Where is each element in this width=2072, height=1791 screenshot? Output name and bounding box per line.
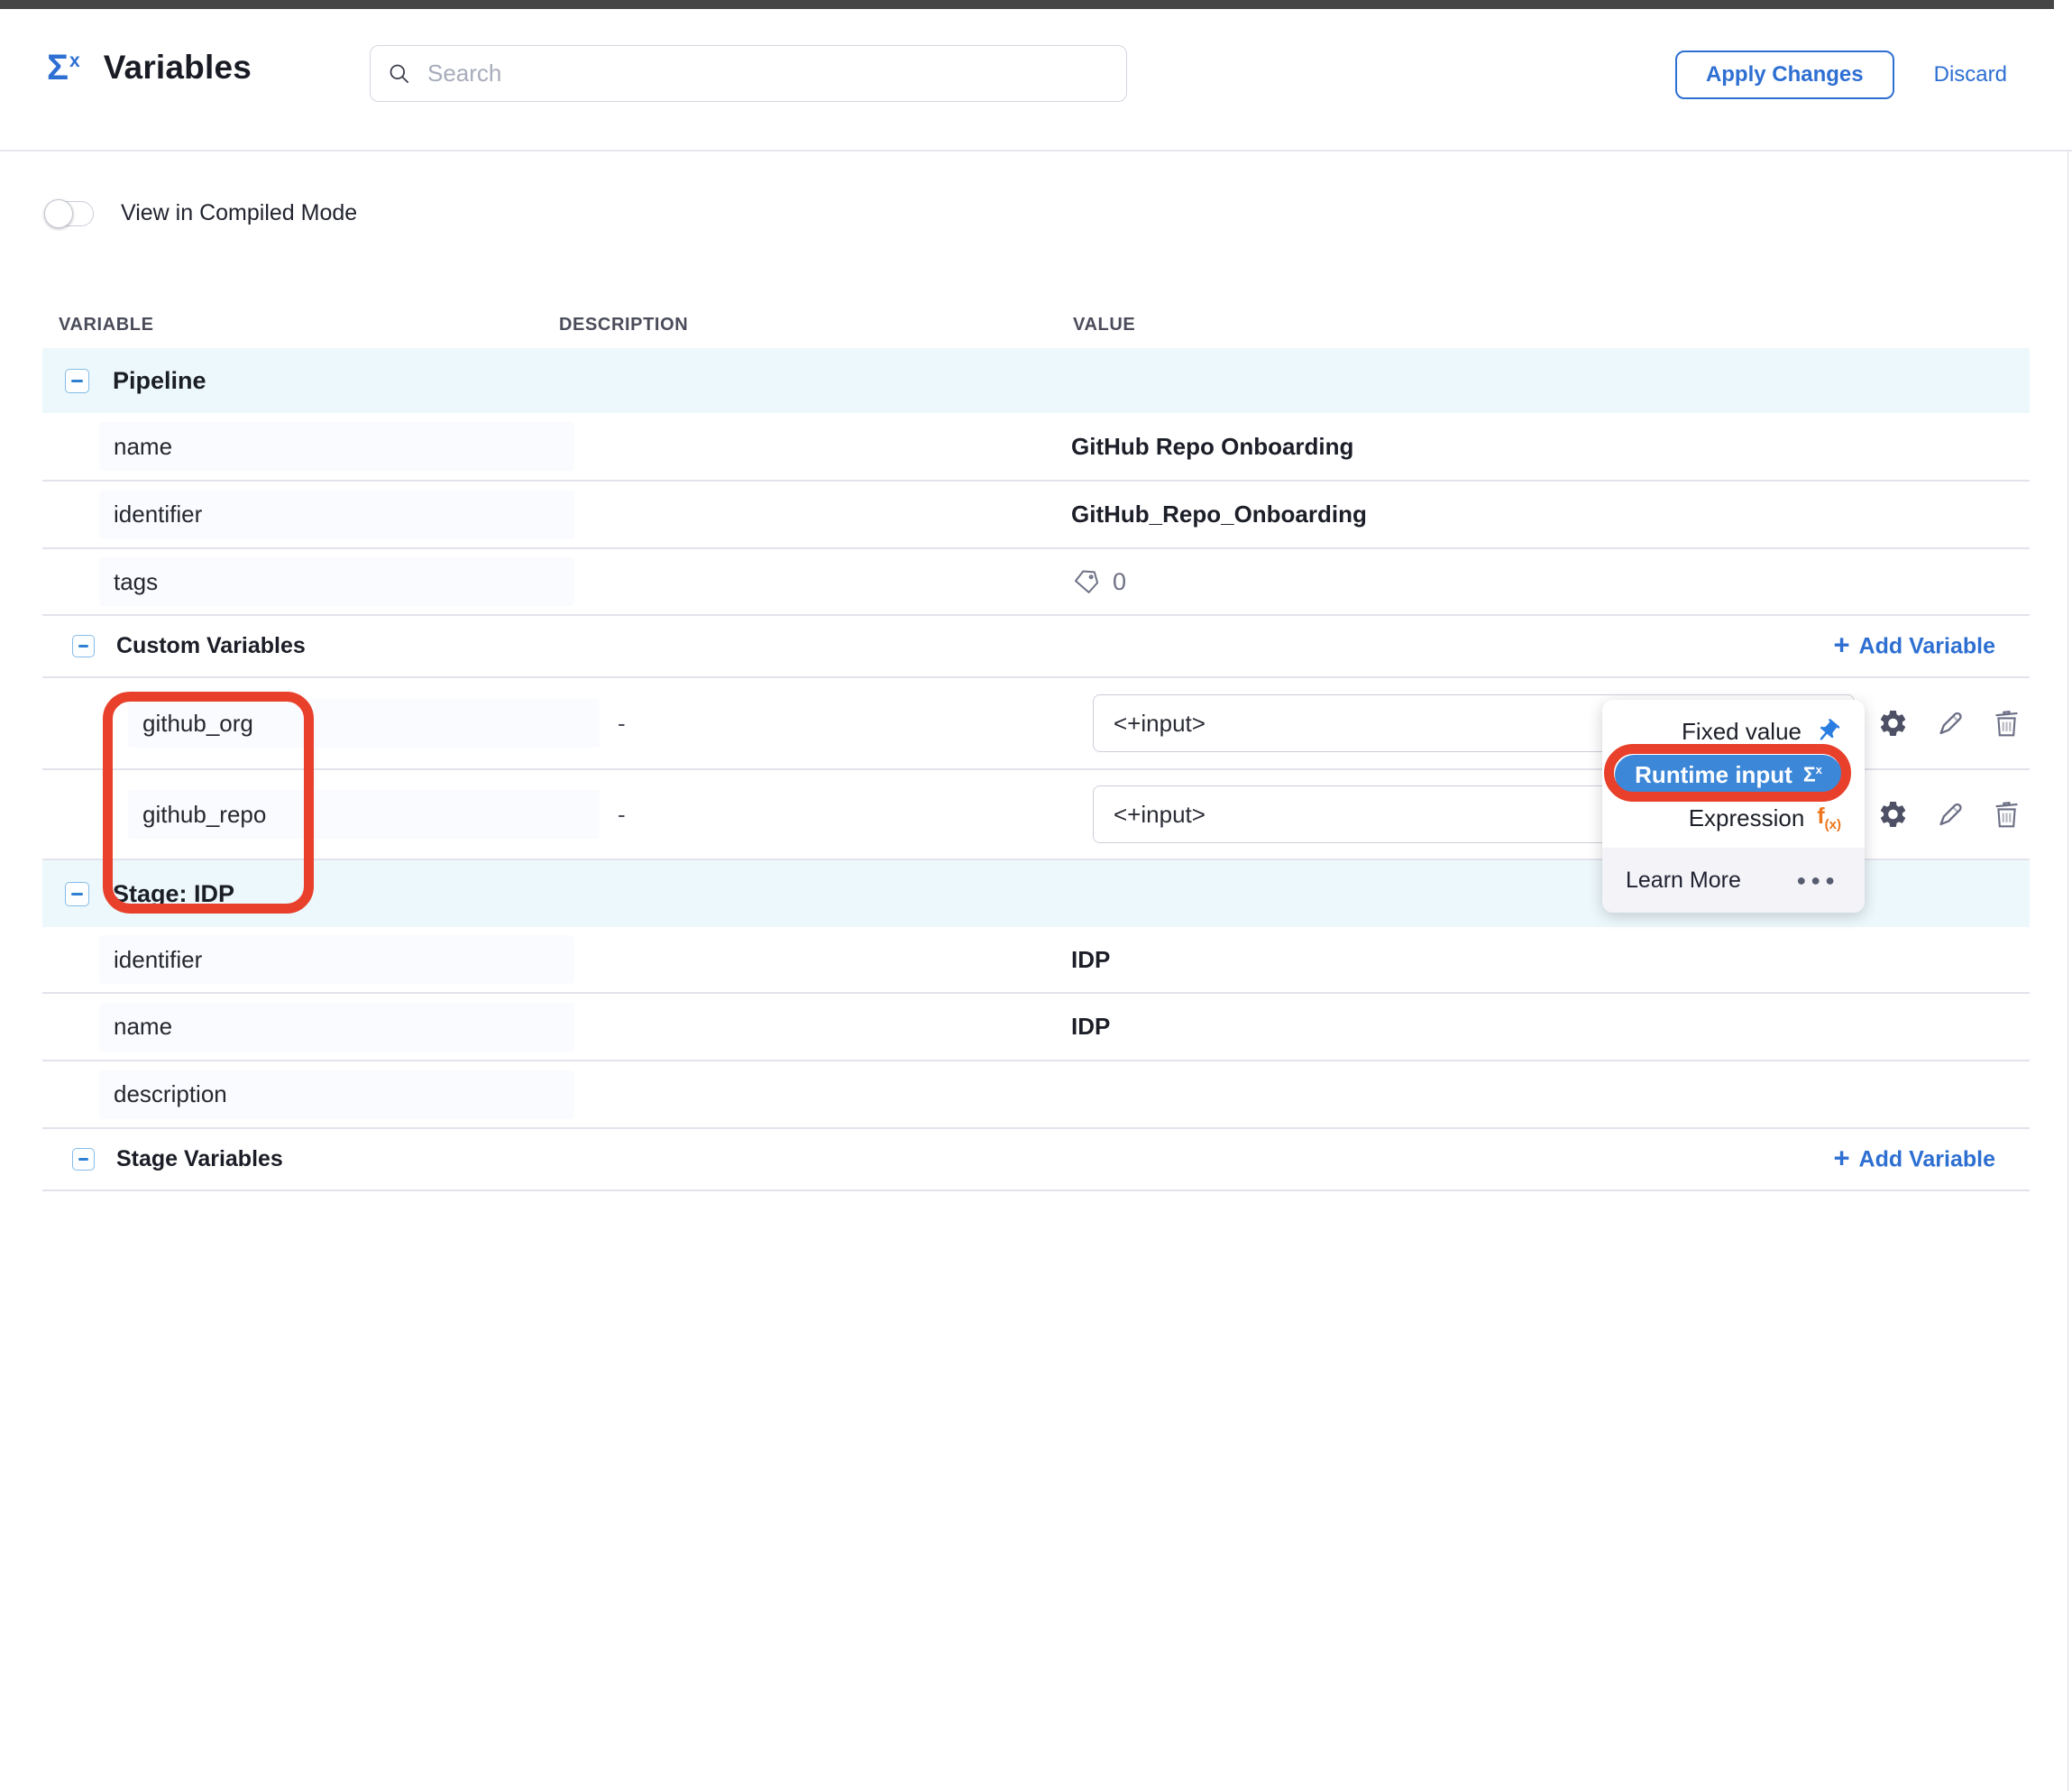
- page-title: Variables: [104, 49, 252, 87]
- menu-footer: Learn More ●●●: [1602, 848, 1865, 913]
- table-row-stage-identifier: identifier IDP: [42, 927, 2030, 994]
- pipeline-name-value: GitHub Repo Onboarding: [1071, 433, 1353, 461]
- edit-icon[interactable]: [1935, 799, 1967, 831]
- variable-name-chip: identifier: [99, 491, 574, 539]
- section-title-pipeline: Pipeline: [113, 367, 206, 395]
- table-row-pipeline-name: name GitHub Repo Onboarding: [42, 413, 2030, 482]
- description-value: -: [559, 710, 626, 737]
- search-icon: [387, 61, 411, 86]
- toggle-knob: [44, 199, 73, 228]
- settings-icon[interactable]: [1877, 799, 1909, 831]
- table-row-stage-name: name IDP: [42, 994, 2030, 1061]
- add-variable-button[interactable]: + Add Variable: [1833, 1146, 1995, 1172]
- variable-name-chip: description: [99, 1070, 574, 1119]
- compiled-mode-row: View in Compiled Mode: [45, 200, 357, 226]
- section-title-stage-variables: Stage Variables: [116, 1146, 283, 1172]
- search-box[interactable]: [370, 45, 1127, 102]
- tag-icon: [1071, 567, 1100, 596]
- delete-icon[interactable]: [1993, 708, 2021, 739]
- variable-name-chip: github_org: [128, 699, 600, 748]
- discard-button[interactable]: Discard: [1934, 62, 2007, 87]
- sigma-x-icon: Σx: [47, 50, 80, 86]
- compiled-mode-label: View in Compiled Mode: [121, 200, 357, 226]
- section-row-stage-variables: Stage Variables + Add Variable: [42, 1129, 2030, 1191]
- column-value: VALUE: [1071, 315, 2030, 335]
- apply-changes-button[interactable]: Apply Changes: [1675, 51, 1894, 99]
- description-value: -: [559, 801, 626, 828]
- table-row-pipeline-identifier: identifier GitHub_Repo_Onboarding: [42, 482, 2030, 549]
- column-headers: VARIABLE DESCRIPTION VALUE: [42, 301, 2030, 348]
- section-title-custom-variables: Custom Variables: [116, 633, 306, 659]
- plus-icon: +: [1833, 1144, 1849, 1172]
- table-row-pipeline-tags: tags 0: [42, 549, 2030, 616]
- fx-icon: f(x): [1817, 805, 1841, 831]
- ellipsis-icon[interactable]: ●●●: [1796, 871, 1839, 890]
- section-row-pipeline: Pipeline: [42, 348, 2030, 413]
- section-title-stage-idp: Stage: IDP: [113, 880, 234, 908]
- column-description: DESCRIPTION: [559, 315, 1071, 335]
- table-row-stage-description: description: [42, 1061, 2030, 1129]
- menu-item-runtime-input[interactable]: Runtime input Σx: [1615, 755, 1842, 794]
- variable-name-chip: github_repo: [128, 790, 600, 839]
- plus-icon: +: [1833, 631, 1849, 659]
- delete-icon[interactable]: [1993, 799, 2021, 831]
- collapse-icon-stage-variables[interactable]: [72, 1148, 95, 1171]
- add-variable-button[interactable]: + Add Variable: [1833, 633, 1995, 659]
- pipeline-identifier-value: GitHub_Repo_Onboarding: [1071, 501, 1367, 528]
- stage-identifier-value: IDP: [1071, 946, 1110, 974]
- variables-panel: Σx Variables Apply Changes Discard View …: [0, 0, 2072, 1791]
- search-input[interactable]: [426, 59, 1110, 88]
- collapse-icon-pipeline[interactable]: [65, 369, 89, 393]
- variable-name-chip: name: [99, 422, 574, 471]
- column-variable: VARIABLE: [42, 315, 559, 335]
- compiled-mode-toggle[interactable]: [45, 201, 94, 226]
- section-row-custom-variables: Custom Variables + Add Variable: [42, 616, 2030, 678]
- variable-name-chip: name: [99, 1003, 574, 1052]
- stage-name-value: IDP: [1071, 1013, 1110, 1041]
- header: Σx Variables Apply Changes Discard: [0, 9, 2072, 152]
- variable-name-chip: tags: [99, 557, 574, 606]
- collapse-icon-custom-variables[interactable]: [72, 635, 95, 657]
- pin-icon: [1809, 712, 1847, 750]
- menu-item-expression[interactable]: Expression f(x): [1602, 797, 1865, 839]
- variable-name-chip: identifier: [99, 935, 574, 984]
- sigma-x-icon: Σx: [1803, 764, 1822, 785]
- settings-icon[interactable]: [1877, 708, 1909, 739]
- menu-item-fixed-value[interactable]: Fixed value: [1602, 711, 1865, 752]
- collapse-icon-stage-idp[interactable]: [65, 882, 89, 906]
- learn-more-link[interactable]: Learn More: [1626, 868, 1741, 894]
- scrollbar-track[interactable]: [2067, 9, 2068, 1791]
- value-type-menu: Fixed value Runtime input Σx Expression …: [1602, 700, 1865, 913]
- top-accent-bar: [0, 0, 2054, 9]
- tags-count: 0: [1113, 568, 1126, 596]
- edit-icon[interactable]: [1935, 708, 1967, 739]
